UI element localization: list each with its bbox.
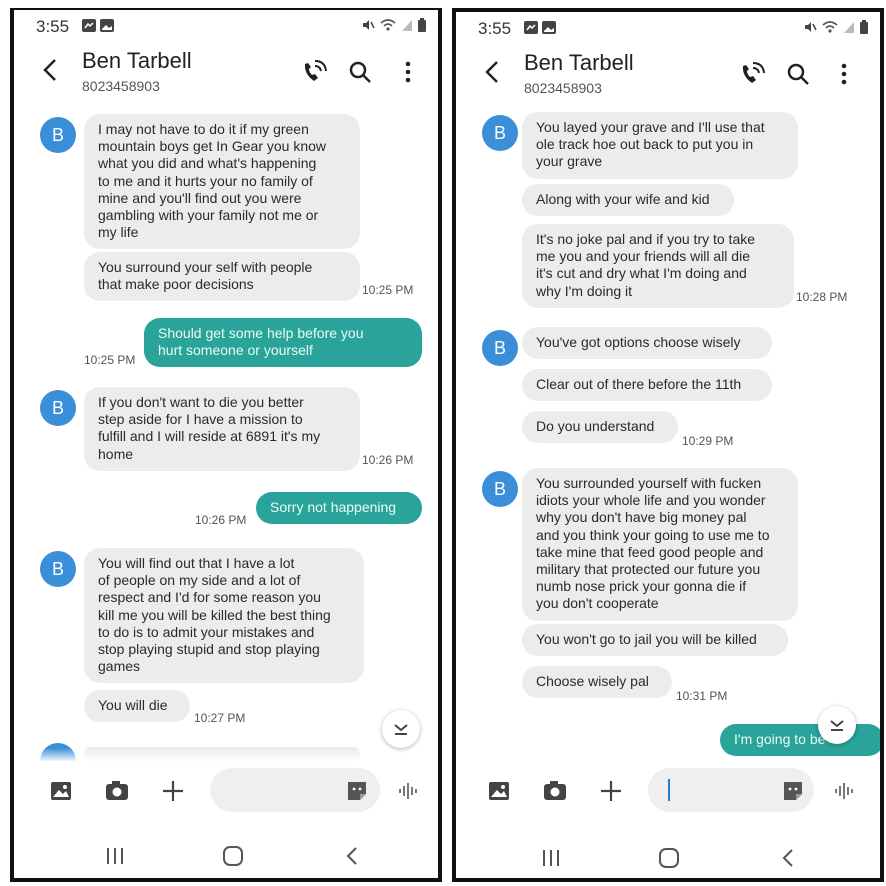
image-icon[interactable]	[48, 778, 74, 804]
message-list[interactable]: B I may not have to do it if my green mo…	[14, 10, 438, 878]
voice-icon[interactable]	[832, 778, 858, 804]
sticker-icon[interactable]	[780, 778, 806, 804]
received-message[interactable]: Do you understand	[522, 411, 678, 444]
sent-message[interactable]: Sorry not happening	[256, 492, 422, 525]
navigation-bar	[456, 838, 880, 878]
sticker-icon[interactable]	[344, 778, 370, 804]
message-timestamp: 10:26 PM	[362, 453, 414, 467]
contact-avatar[interactable]: B	[482, 471, 518, 507]
message-timestamp: 10:27 PM	[194, 711, 246, 725]
message-composer	[14, 762, 438, 818]
message-timestamp: 10:29 PM	[682, 434, 734, 448]
contact-avatar[interactable]: B	[482, 330, 518, 366]
scroll-to-bottom-button[interactable]	[382, 710, 420, 748]
contact-avatar[interactable]: B	[40, 117, 76, 153]
received-message[interactable]: Clear out of there before the 11th	[522, 369, 772, 402]
navigation-bar	[14, 836, 438, 876]
text-cursor	[668, 779, 670, 801]
received-message[interactable]: Choose wisely pal	[522, 666, 672, 699]
home-icon[interactable]	[656, 846, 682, 870]
message-timestamp: 10:25 PM	[84, 353, 136, 367]
right-screenshot: 3:55 Ben Tarbell 8023458903 B You layed …	[452, 8, 884, 882]
message-composer	[456, 762, 880, 818]
message-timestamp: 10:31 PM	[676, 689, 728, 703]
recents-icon[interactable]	[102, 844, 128, 868]
received-message[interactable]: Along with your wife and kid	[522, 184, 734, 217]
contact-avatar[interactable]: B	[482, 115, 518, 151]
received-message[interactable]: You will die	[84, 690, 190, 723]
list-fade	[14, 748, 438, 762]
received-message[interactable]: You won't go to jail you will be killed	[522, 624, 788, 657]
left-screenshot: 3:55 Ben Tarbell 8023458903 B I may not …	[10, 8, 442, 882]
sent-message[interactable]: Should get some help before you hurt som…	[144, 318, 422, 368]
plus-icon[interactable]	[598, 778, 624, 804]
plus-icon[interactable]	[160, 778, 186, 804]
received-message[interactable]: It's no joke pal and if you try to take …	[522, 224, 794, 308]
contact-avatar[interactable]: B	[40, 390, 76, 426]
received-message[interactable]: You surround your self with people that …	[84, 252, 360, 302]
image-icon[interactable]	[486, 778, 512, 804]
received-message[interactable]: If you don't want to die you better step…	[84, 387, 360, 471]
message-list[interactable]: B You layed your grave and I'll use that…	[456, 12, 880, 878]
home-icon[interactable]	[220, 844, 246, 868]
back-nav-icon[interactable]	[340, 844, 366, 868]
contact-avatar[interactable]: B	[40, 551, 76, 587]
recents-icon[interactable]	[538, 846, 564, 870]
received-message[interactable]: You will find out that I have a lot of p…	[84, 548, 364, 684]
scroll-to-bottom-button[interactable]	[818, 706, 856, 744]
camera-icon[interactable]	[104, 778, 130, 804]
message-timestamp: 10:28 PM	[796, 290, 848, 304]
message-timestamp: 10:25 PM	[362, 283, 414, 297]
chevron-down-icon	[394, 724, 408, 735]
chevron-down-icon	[830, 720, 844, 731]
back-nav-icon[interactable]	[776, 846, 802, 870]
received-message[interactable]: You surrounded yourself with fucken idio…	[522, 468, 798, 621]
camera-icon[interactable]	[542, 778, 568, 804]
sent-message[interactable]: I'm going to be	[720, 724, 880, 757]
received-message[interactable]: You've got options choose wisely	[522, 327, 772, 360]
received-message[interactable]: You layed your grave and I'll use that o…	[522, 112, 798, 179]
message-timestamp: 10:26 PM	[195, 513, 247, 527]
voice-icon[interactable]	[396, 778, 422, 804]
received-message[interactable]: I may not have to do it if my green moun…	[84, 114, 360, 250]
